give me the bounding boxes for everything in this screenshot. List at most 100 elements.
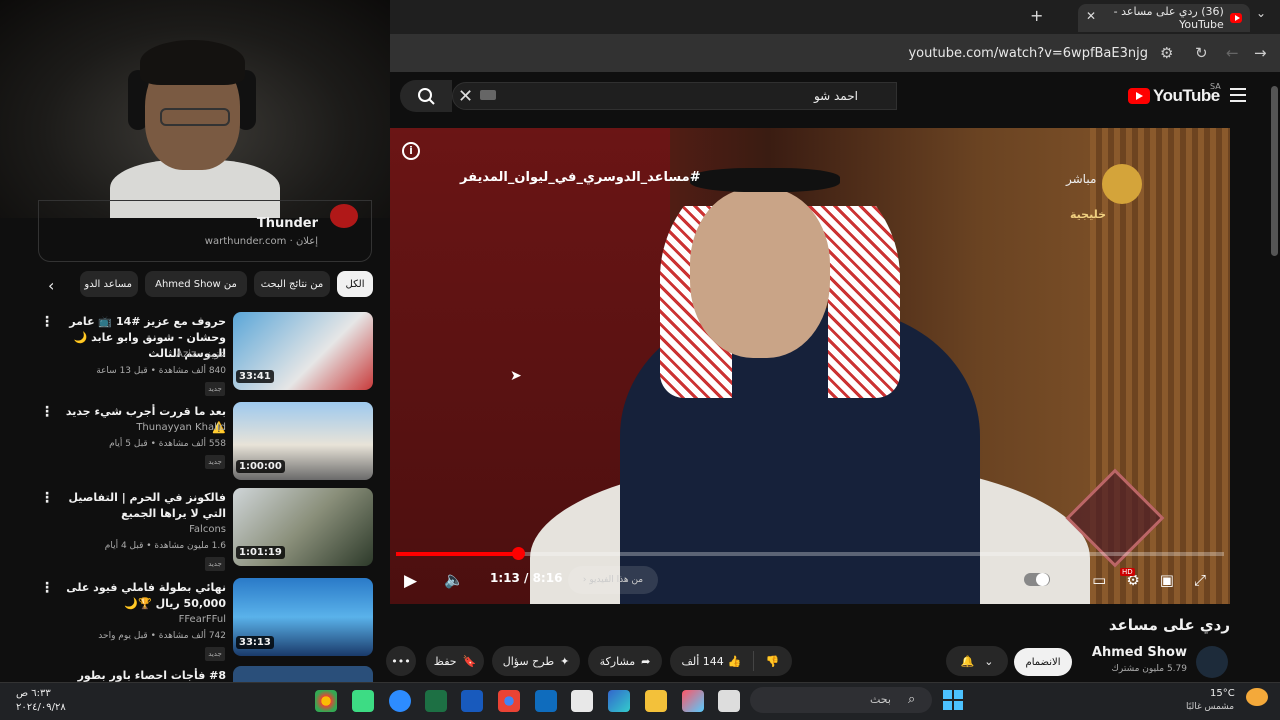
rec-channel[interactable]: FFearFFul	[56, 614, 226, 625]
duration-badge: 33:41	[236, 370, 274, 383]
ad-url-text: warthunder.com	[204, 236, 287, 247]
clock-time[interactable]: ٦:٣٣ ص	[16, 688, 51, 699]
rec-channel[interactable]: Falcons	[56, 524, 226, 535]
autoplay-toggle[interactable]	[1024, 573, 1050, 586]
notification-button[interactable]: ⌄ 🔔	[946, 646, 1008, 676]
scrubber-handle[interactable]	[512, 547, 525, 560]
list-item[interactable]: 33:41 حروف مع عزيز #14 📺 عامر وحشان - شو…	[0, 312, 375, 398]
list-item[interactable]: 1:01:19 فالكونز في الحرم | التفاصيل التي…	[0, 488, 375, 574]
volume-icon[interactable]: 🔈	[444, 570, 464, 589]
player-controls-right: ▭ ⚙ ▣ ⤢	[1092, 571, 1206, 589]
new-badge: جديد	[205, 647, 225, 661]
back-arrow-icon[interactable]: ←	[1226, 44, 1239, 62]
like-icon: 👍	[727, 654, 742, 668]
rec-channel[interactable]: Aziz - عزيز	[56, 349, 226, 360]
weather-desc[interactable]: مشمس غالبًا	[1186, 702, 1234, 712]
more-vert-icon[interactable]: ⋮	[40, 580, 54, 596]
country-code: SA	[1210, 82, 1221, 91]
taskbar-search[interactable]	[750, 687, 932, 713]
list-item[interactable]: #8 فأجات احصاء باور بطور اصهاتهم 💖	[0, 666, 375, 682]
windows-start-icon[interactable]	[943, 690, 963, 710]
forward-arrow-icon[interactable]: →	[1254, 44, 1267, 62]
task-view-icon[interactable]	[718, 690, 740, 712]
miniplayer-icon[interactable]: ▣	[1160, 571, 1174, 589]
list-item[interactable]: 33:13 نهائي بطولة فاملي فيود على 50,000 …	[0, 578, 375, 664]
share-button[interactable]: ➦ مشاركة	[588, 646, 662, 676]
like-button[interactable]: 👍 144 ألف	[671, 655, 753, 668]
more-actions-button[interactable]: •••	[386, 646, 416, 676]
save-button[interactable]: 🔖 حفظ	[426, 646, 484, 676]
chrome-icon[interactable]	[315, 690, 337, 712]
chip-channel[interactable]: من Ahmed Show	[145, 271, 247, 297]
subtitles-icon[interactable]: ▭	[1092, 571, 1106, 589]
youtube-logo[interactable]: YouTube	[1128, 86, 1220, 106]
edge-icon[interactable]	[608, 690, 630, 712]
ad-card[interactable]	[38, 200, 372, 262]
rec-title[interactable]: #8 فأجات احصاء باور بطور اصهاتهم 💖	[56, 668, 226, 682]
chevron-left-icon[interactable]: ‹	[48, 276, 54, 295]
ad-title[interactable]: Thunder	[190, 216, 318, 231]
search-button[interactable]	[400, 80, 452, 112]
ad-logo	[330, 204, 358, 228]
clock-date[interactable]: ٢٠٢٤/٠٩/٢٨	[16, 702, 66, 713]
menu-icon[interactable]	[1230, 88, 1246, 102]
zoom-icon[interactable]	[389, 690, 411, 712]
ask-button[interactable]: ✦ طرح سؤال	[492, 646, 580, 676]
video-thumbnail[interactable]	[233, 666, 373, 682]
person-hair	[140, 40, 245, 85]
speaker-agal	[690, 168, 840, 192]
chrome-alt-icon[interactable]	[498, 690, 520, 712]
taskbar	[0, 682, 1280, 720]
chip-all[interactable]: الكل	[337, 271, 373, 297]
new-tab-button[interactable]: +	[1030, 6, 1043, 25]
rec-title[interactable]: نهائي بطولة فاملي فيود على 50,000 ريال 🏆…	[56, 580, 226, 612]
more-vert-icon[interactable]: ⋮	[40, 404, 54, 420]
duration-badge: 1:00:00	[236, 460, 285, 473]
weather-icon[interactable]	[1246, 688, 1268, 706]
progress-fill	[396, 552, 518, 556]
speaker-face	[690, 188, 830, 358]
copilot-icon[interactable]	[682, 690, 704, 712]
scrollbar-thumb[interactable]	[1271, 86, 1278, 256]
more-vert-icon[interactable]: ⋮	[40, 314, 54, 330]
search-query[interactable]: احمد شو	[700, 89, 858, 103]
play-icon[interactable]: ▶	[404, 571, 417, 591]
site-settings-icon[interactable]: ⚙	[1160, 44, 1173, 62]
video-player[interactable]: #مساعد_الدوسري_في_ليوان_المديفر i مباشر …	[390, 128, 1230, 604]
store-icon[interactable]	[571, 690, 593, 712]
word-icon[interactable]	[461, 690, 483, 712]
fullscreen-icon[interactable]: ⤢	[1194, 571, 1206, 589]
rec-channel[interactable]: Thunayyan Khalid	[56, 422, 226, 433]
chapter-button[interactable]: من هذا الفيديو ‹	[568, 566, 658, 594]
channel-name[interactable]: Ahmed Show	[1090, 645, 1187, 660]
subscriber-count: 5.79 مليون مشترك	[1111, 664, 1188, 674]
app-icon[interactable]	[352, 690, 374, 712]
info-icon[interactable]: i	[402, 142, 420, 160]
video-title: ردي على مساعد	[1108, 616, 1230, 634]
dislike-icon[interactable]: 👎	[754, 655, 792, 668]
outlook-icon[interactable]	[535, 690, 557, 712]
list-item[interactable]: 1:00:00 بعد ما قررت أجرب شيء جديد ⚠️ Thu…	[0, 402, 375, 488]
file-explorer-icon[interactable]	[645, 690, 667, 712]
weather-temp[interactable]: 15°C	[1210, 688, 1235, 699]
taskbar-search-icon: ⌕	[908, 692, 916, 707]
time-display: 1:13 / 8:16	[490, 571, 563, 585]
taskbar-search-label: بحث	[870, 693, 891, 706]
video-hashtag: #مساعد_الدوسري_في_ليوان_المديفر	[460, 170, 701, 185]
clear-search-icon[interactable]: ✕	[458, 86, 473, 107]
ask-label: طرح سؤال	[502, 654, 555, 668]
tab-close-icon[interactable]: ✕	[1086, 9, 1096, 23]
join-button[interactable]: الانضمام	[1014, 648, 1072, 676]
mouse-cursor-icon: ➤	[510, 368, 522, 384]
tab-search-chevron-icon[interactable]: ⌄	[1256, 6, 1266, 20]
reload-icon[interactable]: ↻	[1195, 44, 1208, 62]
new-badge: جديد	[205, 455, 225, 469]
excel-icon[interactable]	[425, 690, 447, 712]
browser-tab[interactable]: (36) ردي على مساعد - YouTube ✕	[1078, 4, 1250, 32]
chip-related[interactable]: مساعد الدو	[80, 271, 138, 297]
keyboard-icon[interactable]	[480, 90, 496, 100]
chip-search-results[interactable]: من نتائج البحث	[254, 271, 330, 297]
channel-avatar[interactable]	[1196, 646, 1228, 678]
rec-title[interactable]: فالكونز في الحرم | التفاصيل التي لا يراه…	[56, 490, 226, 522]
more-vert-icon[interactable]: ⋮	[40, 490, 54, 506]
